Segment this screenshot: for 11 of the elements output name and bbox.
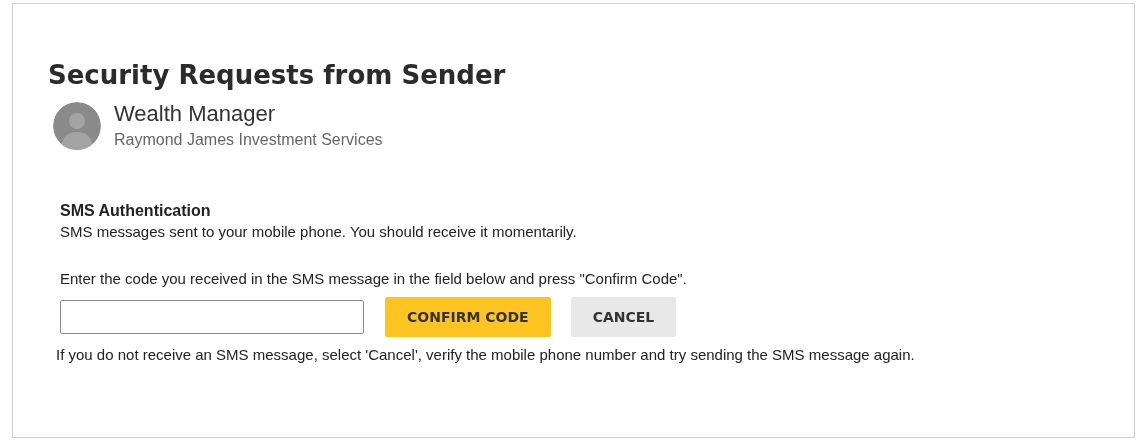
page-title: Security Requests from Sender [48, 59, 507, 91]
sender-name: Wealth Manager [114, 101, 276, 127]
cancel-button[interactable]: CANCEL [570, 297, 677, 337]
code-input-field[interactable] [60, 300, 364, 334]
confirm-button[interactable]: CONFIRM CODE [385, 297, 551, 337]
help-text: If you do not receive an SMS message, select 'Cancel', verify the mobile phone number and try sending the SMS message again. [56, 345, 916, 365]
sender-organization: Raymond James Investment Services [114, 130, 383, 150]
sms-message: SMS messages sent to your mobile phone. You should receive it momentarily. [60, 222, 578, 242]
section-heading: SMS Authentication [60, 201, 212, 221]
avatar-icon [53, 102, 101, 150]
instruction-text: Enter the code you received in the SMS message in the field below and press "Confirm Code". [60, 269, 688, 289]
